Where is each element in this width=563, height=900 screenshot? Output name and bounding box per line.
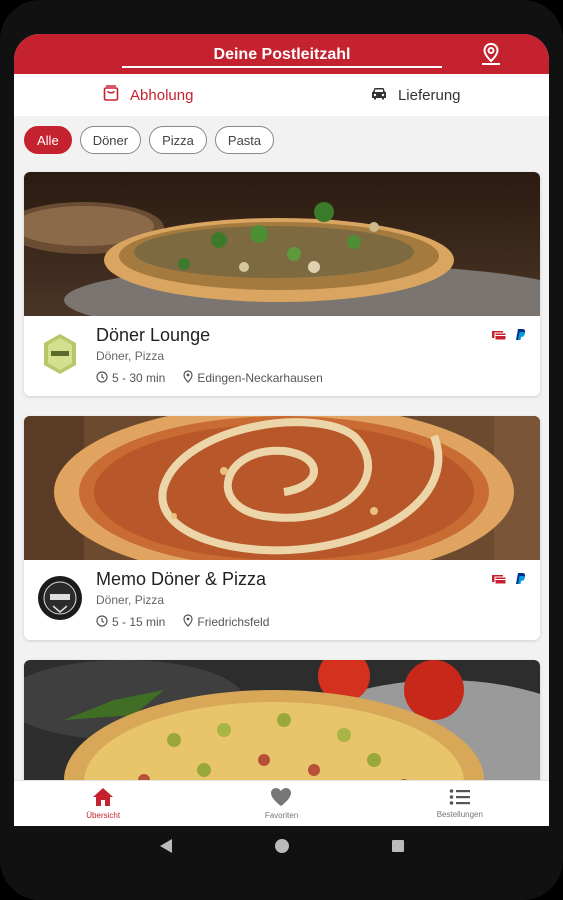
restaurant-categories: Döner, Pizza (96, 349, 165, 363)
restaurant-card[interactable] (24, 660, 540, 800)
system-navigation-bar (0, 826, 563, 866)
restaurant-photo (24, 660, 540, 800)
nav-favoriten[interactable]: Favoriten (192, 781, 370, 826)
recents-square-icon[interactable] (388, 836, 408, 856)
restaurant-categories: Döner, Pizza (96, 593, 165, 607)
payment-methods (492, 572, 526, 590)
tab-lieferung[interactable]: Lieferung (282, 74, 550, 116)
restaurant-logo (38, 576, 82, 620)
restaurant-location: Friedrichsfeld (197, 615, 270, 629)
nav-bestellungen[interactable]: Bestellungen (371, 781, 549, 826)
back-icon[interactable] (156, 836, 176, 856)
delivery-time: 5 - 30 min (112, 371, 166, 385)
restaurant-meta: 5 - 30 min Edingen-Neckarhausen (96, 370, 323, 386)
restaurant-info: Döner Lounge Döner, Pizza 5 - 30 min Edi… (24, 316, 540, 396)
app-screen: Deine Postleitzahl Abholung Lieferung Al… (14, 34, 549, 826)
restaurant-meta: 5 - 15 min Friedrichsfeld (96, 614, 269, 630)
restaurant-logo (38, 332, 82, 376)
bottom-navigation: Übersicht Favoriten Bestellungen (14, 780, 549, 826)
clock-icon (96, 614, 108, 630)
restaurant-location: Edingen-Neckarhausen (197, 371, 323, 385)
map-pin-icon[interactable] (479, 42, 503, 66)
location-pin-icon (183, 370, 193, 386)
delivery-mode-tabs: Abholung Lieferung (14, 74, 549, 116)
card-icon (492, 572, 507, 590)
nav-bestellungen-label: Bestellungen (436, 810, 483, 819)
restaurant-name: Döner Lounge (96, 325, 211, 345)
filter-chip-pizza[interactable]: Pizza (149, 126, 207, 154)
restaurant-name: Memo Döner & Pizza (96, 569, 267, 589)
tab-abholung-label: Abholung (130, 86, 194, 104)
filter-chip-doener[interactable]: Döner (79, 126, 142, 154)
restaurant-card[interactable]: Memo Döner & Pizza Döner, Pizza 5 - 15 m… (24, 416, 540, 640)
list-icon (449, 788, 471, 808)
heart-icon (270, 787, 292, 809)
car-icon (370, 85, 388, 105)
app-header: Deine Postleitzahl (14, 34, 549, 74)
device-frame: Deine Postleitzahl Abholung Lieferung Al… (0, 0, 563, 900)
nav-uebersicht-label: Übersicht (86, 811, 121, 820)
category-filter-chips: Alle Döner Pizza Pasta (24, 126, 275, 154)
nav-uebersicht[interactable]: Übersicht (14, 781, 192, 826)
delivery-time: 5 - 15 min (112, 615, 166, 629)
tab-lieferung-label: Lieferung (397, 86, 461, 104)
location-pin-icon (183, 614, 193, 630)
paypal-icon (514, 572, 526, 590)
clock-icon (96, 370, 108, 386)
paypal-icon (514, 328, 526, 346)
payment-methods (492, 328, 526, 346)
restaurant-card[interactable]: Döner Lounge Döner, Pizza 5 - 30 min Edi… (24, 172, 540, 396)
shopping-bag-icon (102, 84, 120, 106)
filter-chip-pasta[interactable]: Pasta (214, 126, 275, 154)
nav-favoriten-label: Favoriten (264, 811, 299, 820)
restaurant-photo (24, 172, 540, 336)
filter-chip-alle[interactable]: Alle (24, 126, 72, 154)
card-icon (492, 328, 507, 346)
restaurant-info: Memo Döner & Pizza Döner, Pizza 5 - 15 m… (24, 560, 540, 640)
home-icon (92, 787, 114, 809)
home-circle-icon[interactable] (272, 836, 292, 856)
restaurant-photo (24, 416, 540, 580)
tab-abholung[interactable]: Abholung (14, 74, 282, 116)
postal-code-field[interactable]: Deine Postleitzahl (122, 42, 442, 68)
